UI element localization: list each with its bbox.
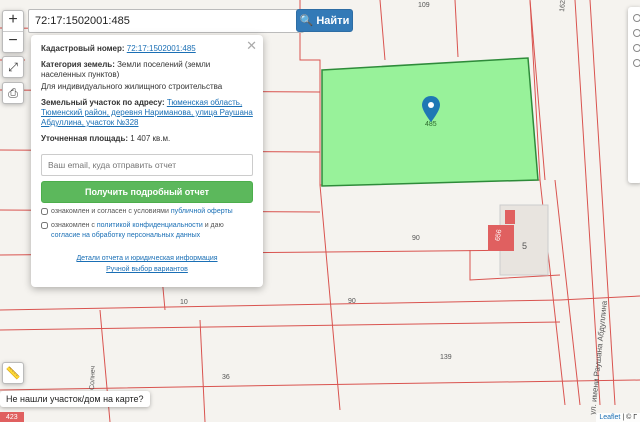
layer-radio[interactable]: [633, 59, 640, 67]
search-button[interactable]: 🔍 Найти: [296, 9, 353, 32]
cadastral-link[interactable]: 72:17:1502001:485: [127, 44, 196, 53]
privacy-text: ознакомлен с: [51, 222, 95, 229]
area-value: 1 407 кв.м.: [130, 134, 171, 143]
printer-icon: ⎙: [8, 86, 18, 100]
plot-info-popup: ✕ Кадастровый номер: 72:17:1502001:485 К…: [31, 35, 263, 287]
offer-text: ознакомлен и согласен с условиями: [51, 208, 169, 215]
label-90a: 90: [412, 235, 420, 242]
zoom-out-button[interactable]: −: [3, 32, 23, 52]
privacy-mid: и даю: [204, 222, 224, 229]
map-attribution: Leaflet | © Г: [596, 413, 640, 422]
get-report-button[interactable]: Получить подробный отчет: [41, 181, 253, 203]
label-plot-485: 485: [425, 121, 437, 128]
label-90b: 90: [348, 298, 356, 305]
popup-footer-links: Детали отчета и юридическая информация Р…: [41, 253, 253, 275]
offer-checkbox[interactable]: [41, 208, 48, 215]
category-label: Категория земель:: [41, 60, 115, 69]
address-row: Земельный участок по адресу: Тюменская о…: [41, 98, 253, 128]
privacy-checkbox[interactable]: [41, 222, 48, 229]
email-input[interactable]: [41, 154, 253, 176]
privacy-consent-text: ознакомлен с политикой конфиденциальност…: [51, 221, 253, 241]
layer-radio[interactable]: [633, 14, 640, 22]
privacy-link[interactable]: политикой конфиденциальности: [97, 222, 203, 229]
area-label: Уточненная площадь:: [41, 134, 129, 143]
close-icon[interactable]: ✕: [246, 38, 257, 54]
layer-radio[interactable]: [633, 44, 640, 52]
label-left-street: Солнеч: [89, 365, 97, 390]
label-5: 5: [522, 241, 527, 251]
details-link[interactable]: Детали отчета и юридическая информация: [41, 253, 253, 264]
layer-radio[interactable]: [633, 29, 640, 37]
building-small: [505, 210, 515, 224]
privacy-consent: ознакомлен с политикой конфиденциальност…: [41, 221, 253, 241]
usage-text: Для индивидуального жилищного строительс…: [41, 82, 223, 91]
label-109: 109: [418, 2, 430, 9]
offer-consent-text: ознакомлен и согласен с условиями публич…: [51, 207, 233, 217]
leaflet-link[interactable]: Leaflet: [599, 414, 620, 421]
offer-consent: ознакомлен и согласен с условиями публич…: [41, 207, 253, 217]
label-423: 423: [6, 414, 18, 421]
label-10: 10: [180, 299, 188, 306]
not-found-button[interactable]: Не нашли участок/дом на карте?: [0, 391, 150, 407]
manual-select-link[interactable]: Ручной выбор вариантов: [41, 264, 253, 275]
attribution-rest: | © Г: [620, 414, 637, 421]
address-label: Земельный участок по адресу:: [41, 98, 165, 107]
area-row: Уточненная площадь: 1 407 кв.м.: [41, 134, 253, 144]
measure-button[interactable]: 📏: [2, 362, 24, 384]
print-button[interactable]: ⎙: [2, 82, 24, 104]
zoom-control: + −: [2, 10, 24, 53]
cadastral-row: Кадастровый номер: 72:17:1502001:485: [41, 44, 253, 54]
zoom-in-button[interactable]: +: [3, 11, 23, 32]
ruler-icon: 📏: [5, 366, 21, 380]
cadastral-label: Кадастровый номер:: [41, 44, 125, 53]
category-row: Категория земель: Земли поселений (земли…: [41, 60, 253, 92]
fullscreen-button[interactable]: ⤢: [2, 56, 24, 78]
label-36: 36: [222, 374, 230, 381]
expand-icon: ⤢: [8, 60, 18, 74]
search-button-label: Найти: [316, 14, 350, 27]
layers-panel[interactable]: [628, 7, 640, 183]
label-139: 139: [440, 354, 452, 361]
search-icon: 🔍: [299, 15, 314, 27]
offer-link[interactable]: публичной оферты: [171, 208, 233, 215]
personal-data-link[interactable]: согласие на обработку персональных данны…: [51, 232, 200, 239]
search-input[interactable]: [28, 9, 304, 33]
